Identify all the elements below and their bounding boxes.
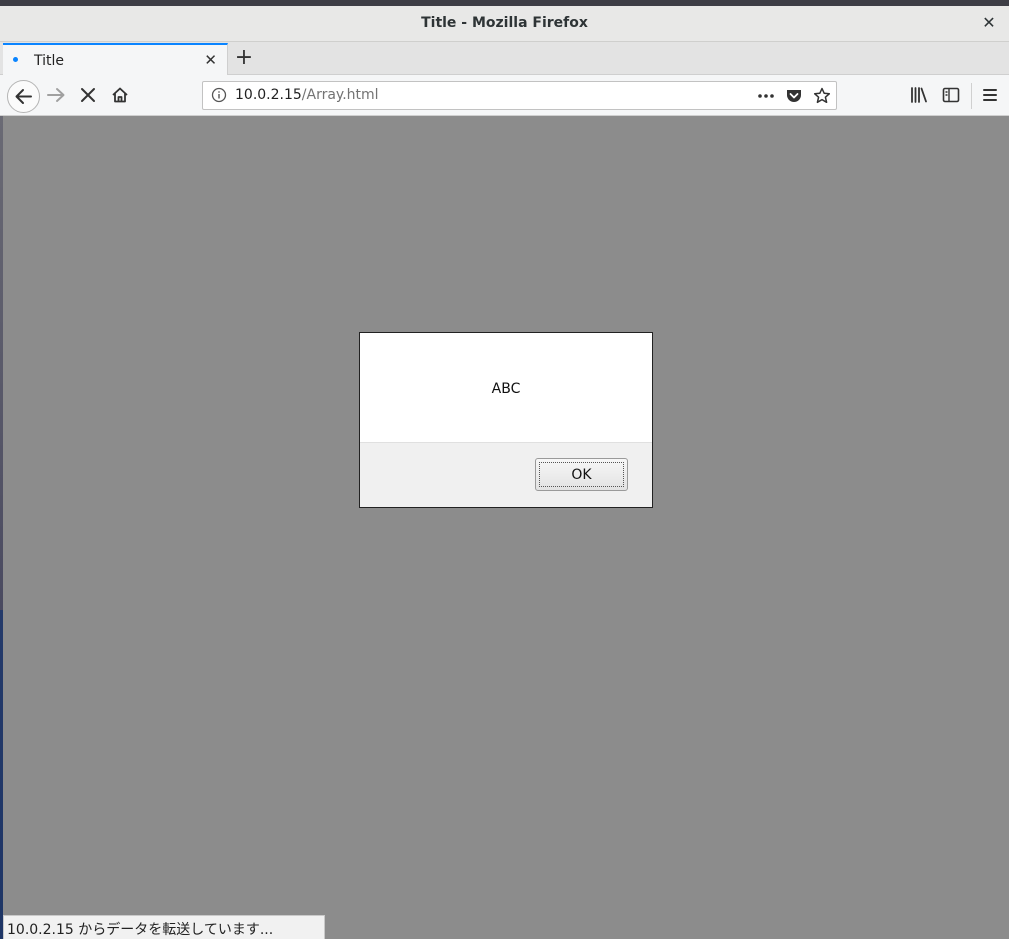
stop-button[interactable] bbox=[73, 80, 103, 110]
menu-button[interactable] bbox=[975, 80, 1005, 110]
stop-x-icon bbox=[81, 88, 95, 102]
url-path: /Array.html bbox=[301, 87, 379, 103]
library-button[interactable] bbox=[904, 80, 934, 110]
tab-title: Title bbox=[34, 53, 65, 69]
loading-dot-icon bbox=[13, 57, 18, 62]
tab-close-button[interactable]: ✕ bbox=[204, 51, 217, 69]
library-icon bbox=[911, 87, 927, 103]
nav-bar: 10.0.2.15/Array.html bbox=[0, 75, 1009, 116]
url-text[interactable]: 10.0.2.15/Array.html bbox=[235, 87, 379, 103]
hamburger-menu-icon bbox=[983, 89, 997, 101]
dialog-body: ABC bbox=[360, 333, 652, 443]
ok-button-label: OK bbox=[539, 462, 624, 487]
arrow-right-icon bbox=[47, 88, 65, 102]
title-bar: Title - Mozilla Firefox ✕ bbox=[0, 6, 1009, 42]
info-icon[interactable] bbox=[211, 87, 227, 103]
sidebar-button[interactable] bbox=[936, 80, 966, 110]
forward-button[interactable] bbox=[41, 80, 71, 110]
tab-bar: Title ✕ + bbox=[0, 42, 1009, 76]
window-close-button[interactable]: ✕ bbox=[979, 13, 999, 33]
status-panel: 10.0.2.15 からデータを転送しています... bbox=[3, 915, 325, 939]
dialog-message: ABC bbox=[491, 381, 521, 397]
window-title: Title - Mozilla Firefox bbox=[421, 15, 588, 31]
home-button[interactable] bbox=[105, 80, 135, 110]
browser-window: Title - Mozilla Firefox ✕ Title ✕ + 10.0… bbox=[0, 0, 1009, 939]
back-button[interactable] bbox=[7, 80, 40, 113]
ok-button[interactable]: OK bbox=[535, 458, 628, 491]
pocket-icon[interactable] bbox=[784, 86, 804, 106]
bookmark-star-icon[interactable] bbox=[812, 86, 832, 106]
url-host: 10.0.2.15 bbox=[235, 87, 302, 103]
desktop-edge bbox=[0, 116, 3, 939]
alert-dialog: ABC OK bbox=[359, 332, 653, 508]
page-actions-icon[interactable] bbox=[756, 86, 776, 106]
url-bar[interactable]: 10.0.2.15/Array.html bbox=[202, 81, 837, 110]
tab-active[interactable]: Title ✕ bbox=[3, 43, 228, 76]
sidebar-icon bbox=[942, 87, 960, 103]
new-tab-button[interactable]: + bbox=[233, 46, 255, 70]
home-icon bbox=[112, 87, 128, 103]
toolbar-separator bbox=[971, 83, 972, 109]
arrow-left-icon bbox=[15, 89, 32, 104]
